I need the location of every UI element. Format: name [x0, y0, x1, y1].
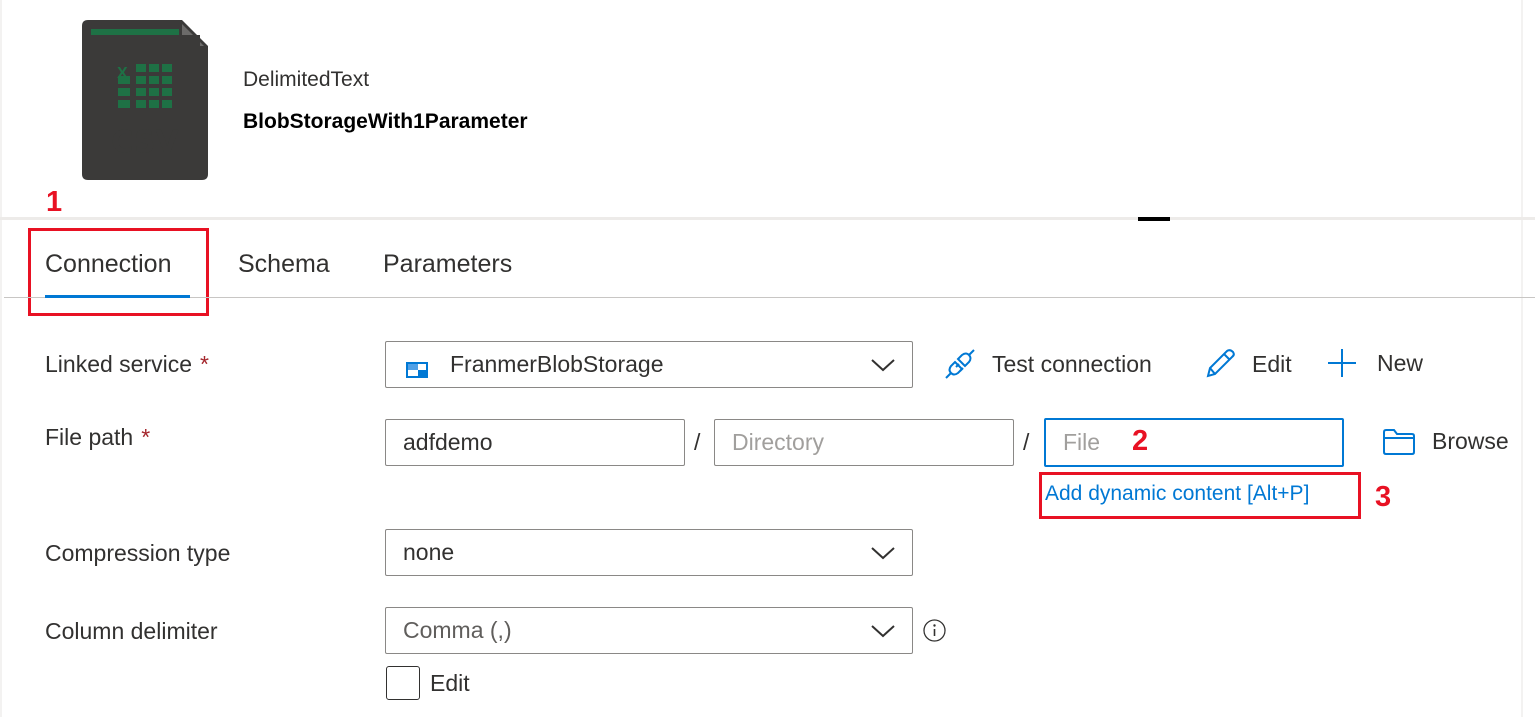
- directory-input[interactable]: Directory: [714, 419, 1014, 466]
- file-path-label: File path *: [45, 424, 150, 451]
- blob-storage-icon: [406, 357, 428, 378]
- header-divider: [0, 217, 1535, 220]
- column-delimiter-dropdown[interactable]: Comma (,): [385, 607, 913, 654]
- path-separator: /: [1023, 429, 1030, 455]
- new-linked-service-button[interactable]: New: [1327, 348, 1423, 378]
- edit-delimiter-label: Edit: [430, 670, 470, 696]
- plug-icon: [945, 349, 975, 379]
- edit-label: Edit: [1252, 350, 1292, 377]
- pencil-icon: [1206, 349, 1235, 378]
- annotation-number-3: 3: [1375, 481, 1392, 513]
- csv-file-icon: X CSV: [82, 20, 208, 180]
- test-connection-label: Test connection: [992, 350, 1152, 377]
- container-input[interactable]: adfdemo: [385, 419, 685, 466]
- compression-type-dropdown[interactable]: none: [385, 529, 913, 576]
- edit-delimiter-checkbox[interactable]: [386, 666, 420, 700]
- required-mark: *: [141, 424, 151, 450]
- test-connection-button[interactable]: Test connection: [944, 348, 1152, 380]
- browse-button[interactable]: Browse: [1383, 428, 1509, 455]
- linked-service-dropdown[interactable]: FranmerBlobStorage: [385, 341, 913, 388]
- plus-icon: [1328, 349, 1356, 377]
- chevron-down-icon: [871, 624, 895, 637]
- compression-type-label: Compression type: [45, 540, 231, 566]
- folder-icon: [1383, 428, 1415, 455]
- svg-text:X: X: [117, 65, 128, 82]
- annotation-number-1: 1: [46, 186, 63, 218]
- chevron-down-icon: [871, 358, 895, 371]
- linked-service-value: FranmerBlobStorage: [450, 351, 664, 377]
- column-delimiter-value: Comma (,): [403, 617, 512, 643]
- path-separator: /: [694, 429, 701, 455]
- file-path-label-text: File path: [45, 424, 134, 450]
- tab-parameters[interactable]: Parameters: [383, 250, 512, 279]
- compression-type-value: none: [403, 539, 455, 565]
- csv-icon-label: CSV: [111, 125, 179, 160]
- container-value: adfdemo: [403, 429, 493, 455]
- panel-left-border: [0, 0, 2, 717]
- add-dynamic-content-link[interactable]: Add dynamic content [Alt+P]: [1045, 482, 1309, 506]
- edit-linked-service-button[interactable]: Edit: [1204, 348, 1292, 380]
- tabs-divider: [4, 297, 1535, 298]
- resize-handle[interactable]: [1138, 217, 1170, 221]
- file-placeholder: File: [1063, 429, 1101, 455]
- directory-placeholder: Directory: [732, 429, 825, 455]
- dataset-type: DelimitedText: [243, 68, 370, 91]
- annotation-number-2: 2: [1132, 425, 1149, 457]
- chevron-down-icon: [871, 546, 895, 559]
- active-tab-indicator: [45, 295, 190, 298]
- browse-label: Browse: [1432, 428, 1509, 454]
- file-input[interactable]: File: [1044, 418, 1344, 467]
- new-label: New: [1377, 349, 1424, 376]
- required-mark: *: [200, 351, 209, 377]
- tab-connection[interactable]: Connection: [45, 250, 171, 279]
- linked-service-label: Linked service *: [45, 351, 209, 378]
- info-icon[interactable]: [923, 619, 946, 642]
- tab-schema[interactable]: Schema: [238, 250, 330, 279]
- linked-service-label-text: Linked service: [45, 351, 193, 377]
- panel-right-border: [1521, 0, 1523, 717]
- dataset-name: BlobStorageWith1Parameter: [243, 110, 528, 133]
- column-delimiter-label: Column delimiter: [45, 618, 218, 644]
